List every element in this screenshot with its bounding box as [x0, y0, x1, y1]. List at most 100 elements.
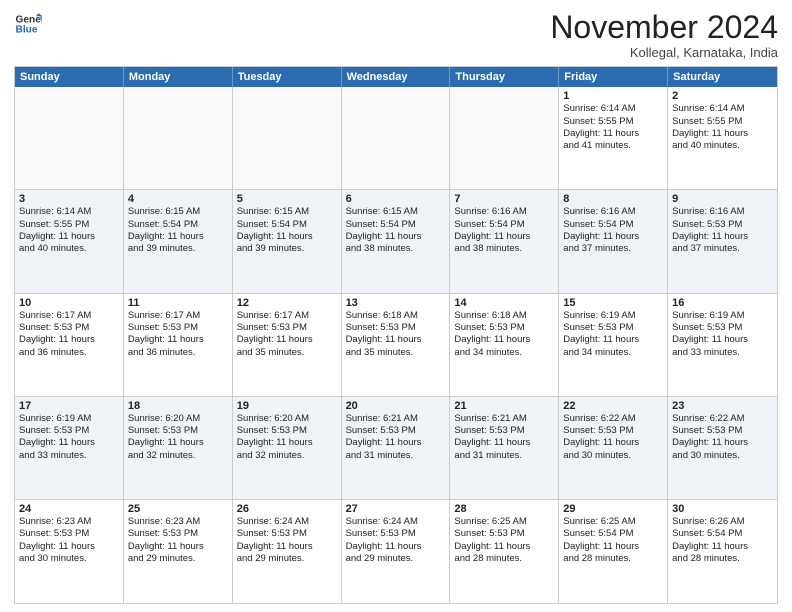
cell-info-line: and 37 minutes. [672, 243, 773, 255]
cell-info-line: and 33 minutes. [672, 347, 773, 359]
day-number: 22 [563, 400, 663, 412]
day-cell: 27Sunrise: 6:24 AMSunset: 5:53 PMDayligh… [342, 500, 451, 603]
cell-info-line: Sunrise: 6:14 AM [672, 103, 773, 115]
cell-info-line: Daylight: 11 hours [454, 437, 554, 449]
day-number: 10 [19, 297, 119, 309]
weekday-header: Sunday [15, 67, 124, 87]
day-cell: 22Sunrise: 6:22 AMSunset: 5:53 PMDayligh… [559, 397, 668, 499]
cell-info-line: and 38 minutes. [454, 243, 554, 255]
cell-info-line: and 31 minutes. [454, 450, 554, 462]
cell-info-line: Daylight: 11 hours [454, 334, 554, 346]
cell-info-line: and 36 minutes. [128, 347, 228, 359]
cell-info-line: Sunset: 5:54 PM [128, 219, 228, 231]
cell-info-line: Sunrise: 6:24 AM [346, 516, 446, 528]
cell-info-line: and 39 minutes. [237, 243, 337, 255]
day-cell: 24Sunrise: 6:23 AMSunset: 5:53 PMDayligh… [15, 500, 124, 603]
cell-info-line: Sunrise: 6:19 AM [563, 310, 663, 322]
day-number: 24 [19, 503, 119, 515]
cell-info-line: Sunset: 5:53 PM [128, 528, 228, 540]
day-number: 20 [346, 400, 446, 412]
day-cell: 14Sunrise: 6:18 AMSunset: 5:53 PMDayligh… [450, 294, 559, 396]
day-cell: 29Sunrise: 6:25 AMSunset: 5:54 PMDayligh… [559, 500, 668, 603]
day-number: 19 [237, 400, 337, 412]
day-number: 1 [563, 90, 663, 102]
day-number: 29 [563, 503, 663, 515]
cell-info-line: Sunset: 5:53 PM [128, 425, 228, 437]
cell-info-line: Daylight: 11 hours [19, 541, 119, 553]
day-number: 23 [672, 400, 773, 412]
header: General Blue November 2024 Kollegal, Kar… [14, 10, 778, 60]
day-cell: 5Sunrise: 6:15 AMSunset: 5:54 PMDaylight… [233, 190, 342, 292]
day-cell: 19Sunrise: 6:20 AMSunset: 5:53 PMDayligh… [233, 397, 342, 499]
day-cell: 10Sunrise: 6:17 AMSunset: 5:53 PMDayligh… [15, 294, 124, 396]
day-number: 30 [672, 503, 773, 515]
cell-info-line: Sunrise: 6:21 AM [454, 413, 554, 425]
cell-info-line: Sunrise: 6:25 AM [454, 516, 554, 528]
cell-info-line: Sunrise: 6:19 AM [19, 413, 119, 425]
logo-icon: General Blue [14, 10, 42, 38]
cell-info-line: Sunrise: 6:17 AM [128, 310, 228, 322]
day-number: 5 [237, 193, 337, 205]
cell-info-line: and 32 minutes. [128, 450, 228, 462]
cell-info-line: Daylight: 11 hours [563, 128, 663, 140]
weekday-header: Friday [559, 67, 668, 87]
cell-info-line: and 41 minutes. [563, 140, 663, 152]
cell-info-line: Sunset: 5:53 PM [237, 322, 337, 334]
cell-info-line: Sunset: 5:54 PM [563, 528, 663, 540]
day-cell: 4Sunrise: 6:15 AMSunset: 5:54 PMDaylight… [124, 190, 233, 292]
day-cell: 13Sunrise: 6:18 AMSunset: 5:53 PMDayligh… [342, 294, 451, 396]
cell-info-line: Sunrise: 6:23 AM [19, 516, 119, 528]
cell-info-line: Daylight: 11 hours [19, 231, 119, 243]
title-block: November 2024 Kollegal, Karnataka, India [550, 10, 778, 60]
cell-info-line: Daylight: 11 hours [672, 231, 773, 243]
cell-info-line: Sunset: 5:54 PM [237, 219, 337, 231]
cell-info-line: Sunset: 5:53 PM [19, 322, 119, 334]
day-cell: 21Sunrise: 6:21 AMSunset: 5:53 PMDayligh… [450, 397, 559, 499]
cell-info-line: Daylight: 11 hours [346, 231, 446, 243]
day-number: 7 [454, 193, 554, 205]
cell-info-line: Sunrise: 6:22 AM [672, 413, 773, 425]
cell-info-line: and 37 minutes. [563, 243, 663, 255]
cell-info-line: Sunset: 5:54 PM [563, 219, 663, 231]
weekday-header: Tuesday [233, 67, 342, 87]
weekday-header: Saturday [668, 67, 777, 87]
cell-info-line: and 30 minutes. [19, 553, 119, 565]
day-number: 4 [128, 193, 228, 205]
cell-info-line: Sunset: 5:53 PM [454, 528, 554, 540]
day-cell: 23Sunrise: 6:22 AMSunset: 5:53 PMDayligh… [668, 397, 777, 499]
cell-info-line: Sunrise: 6:15 AM [237, 206, 337, 218]
empty-cell [124, 87, 233, 189]
cell-info-line: Sunset: 5:53 PM [237, 528, 337, 540]
cell-info-line: and 39 minutes. [128, 243, 228, 255]
cell-info-line: Daylight: 11 hours [128, 437, 228, 449]
day-number: 15 [563, 297, 663, 309]
day-number: 18 [128, 400, 228, 412]
cell-info-line: and 35 minutes. [237, 347, 337, 359]
cell-info-line: Sunset: 5:54 PM [454, 219, 554, 231]
cell-info-line: Sunrise: 6:22 AM [563, 413, 663, 425]
day-number: 9 [672, 193, 773, 205]
cell-info-line: and 34 minutes. [563, 347, 663, 359]
cell-info-line: Sunrise: 6:14 AM [19, 206, 119, 218]
calendar-row: 10 Sunrise: 6:17 AM Sunset: 5:53 PM Dayligh… [15, 294, 777, 397]
day-cell: 6Sunrise: 6:15 AMSunset: 5:54 PMDaylight… [342, 190, 451, 292]
cell-info-line: and 28 minutes. [563, 553, 663, 565]
cell-info-line: and 40 minutes. [672, 140, 773, 152]
cell-info-line: and 32 minutes. [237, 450, 337, 462]
cell-info-line: Sunset: 5:54 PM [672, 528, 773, 540]
cell-info-line: Sunset: 5:53 PM [237, 425, 337, 437]
month-title: November 2024 [550, 10, 778, 45]
cell-info-line: Daylight: 11 hours [672, 437, 773, 449]
cell-info-line: Sunset: 5:55 PM [563, 116, 663, 128]
cell-info-line: Sunset: 5:55 PM [672, 116, 773, 128]
day-number: 13 [346, 297, 446, 309]
cell-info-line: Sunrise: 6:16 AM [672, 206, 773, 218]
cell-info-line: and 28 minutes. [454, 553, 554, 565]
cell-info-line: Sunrise: 6:26 AM [672, 516, 773, 528]
cell-info-line: Daylight: 11 hours [19, 437, 119, 449]
cell-info-line: and 38 minutes. [346, 243, 446, 255]
cell-info-line: Sunrise: 6:18 AM [454, 310, 554, 322]
cell-info-line: Sunrise: 6:16 AM [454, 206, 554, 218]
day-cell: 9Sunrise: 6:16 AMSunset: 5:53 PMDaylight… [668, 190, 777, 292]
cell-info-line: Sunset: 5:53 PM [19, 425, 119, 437]
